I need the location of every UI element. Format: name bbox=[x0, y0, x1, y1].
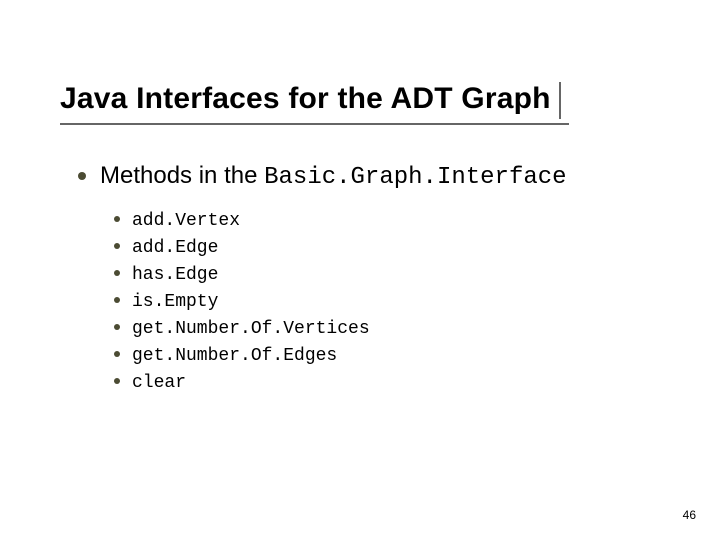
list-item: get.Number.Of.Edges bbox=[114, 343, 660, 370]
list-item: clear bbox=[114, 370, 660, 397]
list-item: add.Vertex bbox=[114, 208, 660, 235]
method-name: add.Edge bbox=[132, 235, 218, 262]
slide: Java Interfaces for the ADT Graph Method… bbox=[0, 0, 720, 540]
lead-text: Methods in the bbox=[100, 162, 264, 189]
bullet-icon bbox=[114, 216, 120, 222]
method-name: get.Number.Of.Edges bbox=[132, 343, 337, 370]
method-name: get.Number.Of.Vertices bbox=[132, 316, 370, 343]
bullet-icon bbox=[114, 324, 120, 330]
bullet-icon bbox=[114, 297, 120, 303]
method-name: add.Vertex bbox=[132, 208, 240, 235]
page-number: 46 bbox=[683, 508, 696, 522]
method-name: has.Edge bbox=[132, 262, 218, 289]
slide-body: Methods in the Basic.Graph.Interface add… bbox=[78, 160, 660, 397]
bullet-icon bbox=[114, 270, 120, 276]
list-item: get.Number.Of.Vertices bbox=[114, 316, 660, 343]
bullet-icon bbox=[114, 351, 120, 357]
method-list: add.Vertex add.Edge has.Edge is.Empty ge… bbox=[114, 208, 660, 397]
bullet-icon bbox=[78, 172, 86, 180]
list-item: add.Edge bbox=[114, 235, 660, 262]
bullet-icon bbox=[114, 243, 120, 249]
bullet-icon bbox=[114, 378, 120, 384]
method-name: clear bbox=[132, 370, 186, 397]
slide-title: Java Interfaces for the ADT Graph bbox=[60, 82, 561, 119]
list-item: is.Empty bbox=[114, 289, 660, 316]
method-name: is.Empty bbox=[132, 289, 218, 316]
lead-code: Basic.Graph.Interface bbox=[264, 164, 566, 191]
main-text: Methods in the Basic.Graph.Interface bbox=[100, 160, 567, 194]
list-item: has.Edge bbox=[114, 262, 660, 289]
main-bullet: Methods in the Basic.Graph.Interface bbox=[78, 160, 660, 194]
